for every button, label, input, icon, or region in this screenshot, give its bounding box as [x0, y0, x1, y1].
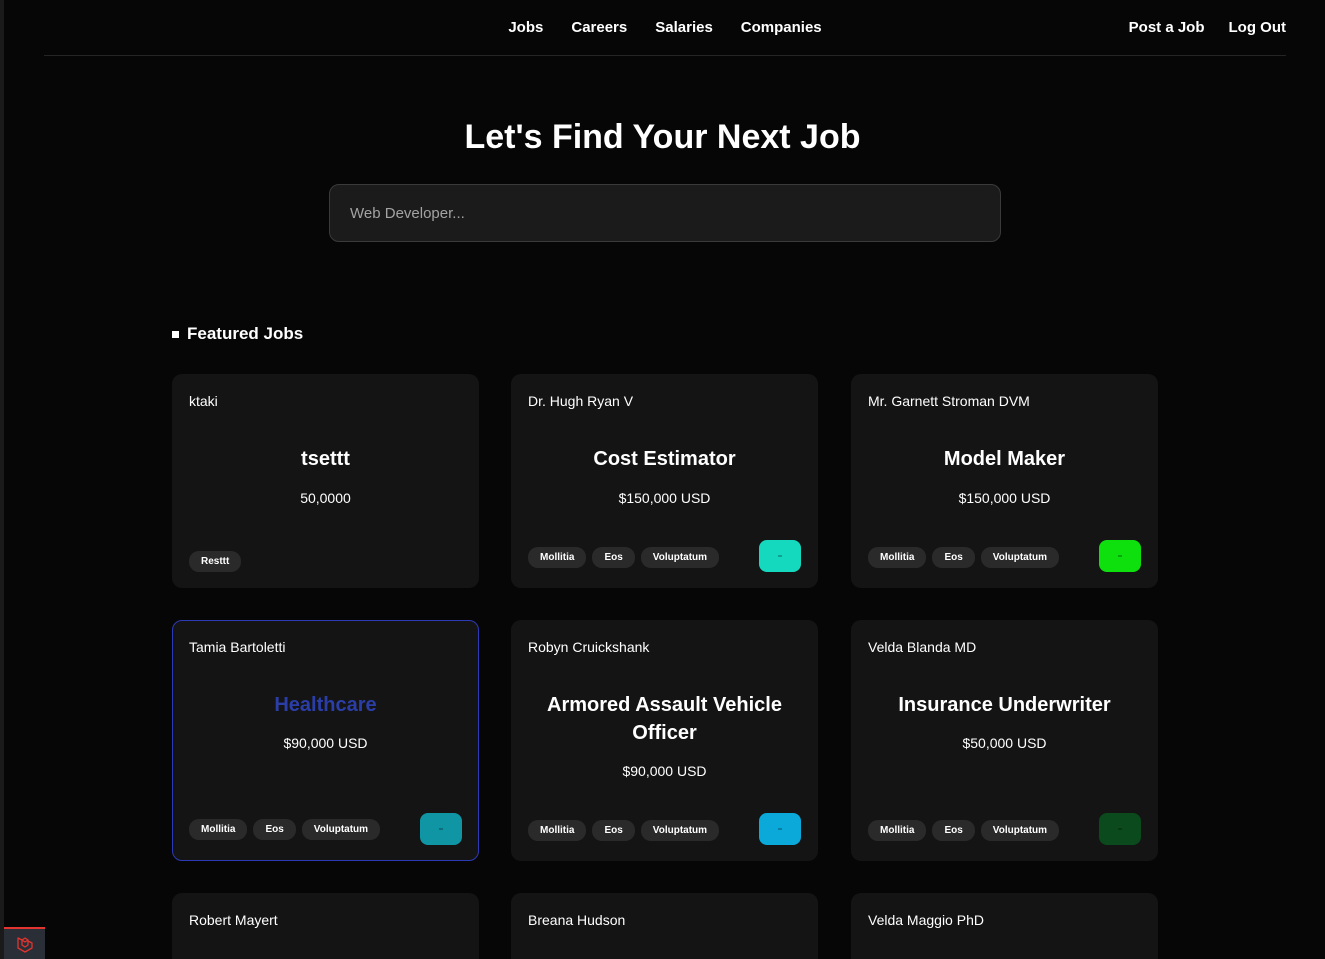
job-salary: $90,000 USD: [622, 763, 707, 779]
featured-jobs-heading: Featured Jobs: [172, 324, 303, 344]
job-card[interactable]: Robyn Cruickshank Armored Assault Vehicl…: [511, 620, 818, 861]
job-card[interactable]: Velda Maggio PhD: [851, 893, 1158, 959]
tag[interactable]: Resttt: [189, 551, 242, 572]
tag[interactable]: Voluptatum: [301, 819, 381, 840]
post-job-link[interactable]: Post a Job: [1129, 19, 1205, 36]
company-logo: [420, 813, 462, 845]
tag[interactable]: Eos: [253, 819, 296, 840]
job-card[interactable]: Breana Hudson: [511, 893, 818, 959]
laravel-icon[interactable]: [4, 927, 45, 959]
employer-name: ktaki: [189, 393, 218, 409]
square-bullet-icon: [172, 330, 179, 338]
logo-mark-icon: [1118, 555, 1122, 557]
logo-mark-icon: [778, 828, 782, 830]
job-card-hovered[interactable]: Tamia Bartoletti Healthcare $90,000 USD …: [172, 620, 479, 861]
job-salary: $150,000 USD: [958, 490, 1051, 506]
employer-name: Tamia Bartoletti: [189, 639, 286, 655]
employer-name: Mr. Garnett Stroman DVM: [868, 393, 1030, 409]
company-logo: [1099, 540, 1141, 572]
laravel-logo-icon: [16, 937, 33, 953]
nav-actions: Post a Job Log Out: [1129, 0, 1286, 55]
logo-mark-icon: [778, 555, 782, 557]
nav-link-careers[interactable]: Careers: [571, 19, 627, 36]
page: Jobs Careers Salaries Companies Post a J…: [0, 0, 1325, 959]
employer-name: Breana Hudson: [528, 912, 626, 928]
employer-name: Robyn Cruickshank: [528, 639, 650, 655]
job-title[interactable]: tsettt: [187, 445, 464, 473]
company-logo: [1099, 813, 1141, 845]
job-card[interactable]: ktaki tsettt 50,0000 Resttt: [172, 374, 479, 588]
employer-name: Velda Maggio PhD: [868, 912, 984, 928]
company-logo: [759, 540, 801, 572]
tag[interactable]: Eos: [932, 547, 975, 568]
job-title[interactable]: Healthcare: [187, 691, 464, 719]
employer-name: Velda Blanda MD: [868, 639, 977, 655]
job-title[interactable]: Armored Assault Vehicle Officer: [526, 691, 803, 747]
job-salary: $150,000 USD: [618, 490, 711, 506]
tag[interactable]: Mollitia: [868, 547, 927, 568]
logo-mark-icon: [439, 828, 443, 830]
job-card[interactable]: Robert Mayert: [172, 893, 479, 959]
job-tags: Mollitia Eos Voluptatum: [189, 819, 381, 840]
job-tags: Resttt: [189, 551, 242, 572]
job-salary: $50,000 USD: [962, 735, 1047, 751]
job-tags: Mollitia Eos Voluptatum: [868, 547, 1060, 568]
nav-link-jobs[interactable]: Jobs: [508, 19, 543, 36]
employer-name: Robert Mayert: [189, 912, 278, 928]
employer-name: Dr. Hugh Ryan V: [528, 393, 634, 409]
job-title[interactable]: Model Maker: [866, 445, 1143, 473]
logo-mark-icon: [1118, 828, 1122, 830]
tag[interactable]: Voluptatum: [640, 820, 720, 841]
job-card[interactable]: Dr. Hugh Ryan V Cost Estimator $150,000 …: [511, 374, 818, 588]
nav-links: Jobs Careers Salaries Companies: [44, 0, 1286, 55]
job-card[interactable]: Velda Blanda MD Insurance Underwriter $5…: [851, 620, 1158, 861]
tag[interactable]: Voluptatum: [640, 547, 720, 568]
job-tags: Mollitia Eos Voluptatum: [528, 820, 720, 841]
hero-title: Let's Find Your Next Job: [464, 118, 861, 156]
top-nav: Jobs Careers Salaries Companies Post a J…: [44, 0, 1286, 56]
job-salary: $90,000 USD: [283, 735, 368, 751]
nav-link-companies[interactable]: Companies: [741, 19, 822, 36]
tag[interactable]: Voluptatum: [980, 820, 1060, 841]
tag[interactable]: Mollitia: [868, 820, 927, 841]
company-logo: [759, 813, 801, 845]
tag[interactable]: Voluptatum: [980, 547, 1060, 568]
job-title[interactable]: Cost Estimator: [526, 445, 803, 473]
logout-link[interactable]: Log Out: [1229, 19, 1286, 36]
tag[interactable]: Eos: [592, 547, 635, 568]
tag[interactable]: Mollitia: [528, 547, 587, 568]
job-title[interactable]: Insurance Underwriter: [866, 691, 1143, 719]
tag[interactable]: Mollitia: [528, 820, 587, 841]
tag[interactable]: Eos: [592, 820, 635, 841]
nav-link-salaries[interactable]: Salaries: [655, 19, 713, 36]
job-tags: Mollitia Eos Voluptatum: [868, 820, 1060, 841]
tag[interactable]: Eos: [932, 820, 975, 841]
tag[interactable]: Mollitia: [189, 819, 248, 840]
search-input[interactable]: [329, 184, 1001, 242]
job-tags: Mollitia Eos Voluptatum: [528, 547, 720, 568]
section-title: Featured Jobs: [187, 324, 304, 343]
job-card[interactable]: Mr. Garnett Stroman DVM Model Maker $150…: [851, 374, 1158, 588]
job-salary: 50,0000: [300, 490, 351, 506]
